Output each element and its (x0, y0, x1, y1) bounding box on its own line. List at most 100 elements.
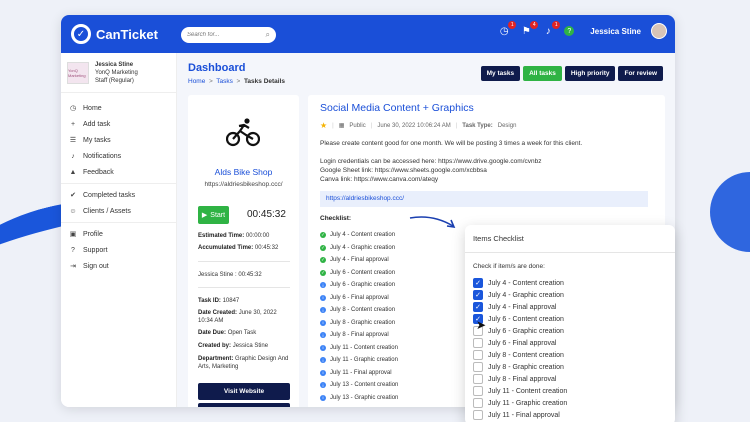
check-circle-icon: ✓ (320, 257, 326, 264)
checklist-option-label: July 8 - Content creation (488, 351, 564, 359)
client-url[interactable]: https://aldriesbikeshop.ccc/ (188, 181, 299, 188)
sidebar-item-completed-tasks[interactable]: ✔ Completed tasks (61, 187, 176, 203)
tab-for-review[interactable]: For review (618, 66, 663, 81)
flag-icon[interactable]: ⚑ 4 (520, 20, 539, 37)
checkbox[interactable] (473, 374, 483, 384)
visit-website-button[interactable]: Visit Website (198, 383, 290, 400)
info-icon: i (320, 319, 326, 326)
sidebar-item-sign-out[interactable]: ⇥ Sign out (61, 258, 176, 274)
search-input[interactable] (187, 32, 257, 38)
checklist-option-label: July 4 - Final approval (488, 303, 557, 311)
checkbox[interactable]: ✓ (473, 302, 483, 312)
bell-icon[interactable]: ♪ 1 (542, 20, 561, 37)
sidebar-item-notifications[interactable]: ♪ Notifications (61, 148, 176, 164)
checklist-option[interactable]: ✓ July 4 - Final approval (473, 301, 567, 313)
checkbox[interactable] (473, 350, 483, 360)
background-shape (710, 172, 750, 252)
breadcrumb-separator: > (236, 78, 241, 85)
nav-group-main: ◷ Home + Add task ☰ My tasks ♪ Notifications… (61, 97, 176, 184)
checklist-option[interactable]: July 11 - Graphic creation (473, 397, 567, 409)
info-icon: i (320, 394, 326, 401)
sidebar-item-profile[interactable]: ▣ Profile (61, 226, 176, 242)
description-line: Please create content good for one month… (320, 140, 583, 147)
checklist-option[interactable]: July 8 - Final approval (473, 373, 567, 385)
tab-all-tasks[interactable]: All tasks (523, 66, 562, 81)
sidebar-item-add-task[interactable]: + Add task (61, 116, 176, 132)
search-box[interactable]: ⌕ (181, 27, 276, 43)
check-circle-icon: ✔ (70, 192, 76, 199)
checkbox[interactable] (473, 338, 483, 348)
company-card: YonQ Marketing Jessica Stine YonQ Market… (61, 53, 176, 93)
secondary-button[interactable] (198, 403, 290, 407)
checkbox[interactable]: ✓ (473, 290, 483, 300)
info-icon: i (320, 332, 326, 339)
clock-icon[interactable]: ◷ 1 (498, 20, 517, 37)
sign-out-icon: ⇥ (70, 263, 76, 270)
tab-my-tasks[interactable]: My tasks (480, 66, 521, 81)
checklist-option-label: July 6 - Final approval (488, 339, 557, 347)
sidebar: YonQ Marketing Jessica Stine YonQ Market… (61, 53, 177, 407)
description-line: Login credentials can be accessed here: … (320, 158, 542, 165)
modal-title: Items Checklist (473, 234, 524, 243)
app-logo[interactable]: ✓ CanTicket (71, 24, 191, 44)
meta-divider: | (370, 122, 373, 129)
created-by: Created by: Jessica Stine (198, 343, 269, 349)
tab-high-priority[interactable]: High priority (564, 66, 616, 81)
checkbox[interactable] (473, 386, 483, 396)
checklist-item-label: July 4 - Graphic creation (330, 244, 396, 251)
checklist-option[interactable]: ✓ July 6 - Content creation (473, 313, 567, 325)
user-name[interactable]: Jessica Stine (590, 27, 641, 36)
sidebar-item-label: Completed tasks (83, 191, 136, 199)
sidebar-item-label: My tasks (83, 136, 111, 144)
sidebar-item-label: Feedback (83, 168, 114, 176)
star-icon[interactable]: ★ (320, 121, 327, 130)
checklist-option[interactable]: July 11 - Final approval (473, 409, 567, 421)
notification-badge: 1 (552, 20, 561, 29)
logo-check-icon: ✓ (71, 24, 91, 44)
checkbox[interactable] (473, 398, 483, 408)
info-icon: i (320, 369, 326, 376)
task-url[interactable]: https://aldriesbikeshop.ccc/ (320, 191, 648, 207)
checklist-option[interactable]: ✓ July 4 - Content creation (473, 277, 567, 289)
client-card: Alds Bike Shop https://aldriesbikeshop.c… (188, 95, 299, 407)
task-description: Please create content good for one month… (320, 139, 650, 184)
sidebar-item-home[interactable]: ◷ Home (61, 100, 176, 116)
checklist-option-label: July 11 - Final approval (488, 411, 560, 419)
checkbox[interactable]: ✓ (473, 278, 483, 288)
company-logo: YonQ Marketing (67, 61, 89, 84)
checkbox[interactable] (473, 362, 483, 372)
start-timer-button[interactable]: ▶ Start (198, 206, 229, 224)
app-name: CanTicket (96, 26, 158, 42)
play-icon: ▶ (201, 212, 208, 219)
checklist-option[interactable]: July 8 - Graphic creation (473, 361, 567, 373)
sidebar-item-support[interactable]: ? Support (61, 242, 176, 258)
description-line: Google Sheet link: https://www.sheets.go… (320, 167, 487, 174)
breadcrumb-home[interactable]: Home (188, 78, 205, 85)
search-icon[interactable]: ⌕ (266, 30, 270, 40)
checklist-item-label: July 11 - Content creation (330, 344, 398, 351)
checkbox[interactable] (473, 410, 483, 420)
checklist-option[interactable]: July 6 - Final approval (473, 337, 567, 349)
info-icon: i (320, 357, 326, 364)
task-title: Social Media Content + Graphics (320, 102, 474, 114)
breadcrumb-tasks[interactable]: Tasks (216, 78, 233, 85)
breadcrumb-current: Tasks Details (243, 78, 286, 85)
avatar[interactable] (651, 23, 667, 39)
list-icon: ☰ (69, 137, 77, 144)
list-item: i July 6 - Graphic creation (320, 279, 398, 292)
sidebar-item-my-tasks[interactable]: ☰ My tasks (61, 132, 176, 148)
list-item: i July 11 - Graphic creation (320, 354, 398, 367)
breadcrumb-separator: > (208, 78, 213, 85)
checklist-option-label: July 6 - Content creation (488, 315, 564, 323)
checklist-option[interactable]: July 8 - Content creation (473, 349, 567, 361)
checklist-option-label: July 6 - Graphic creation (488, 327, 564, 335)
checklist-option[interactable]: July 11 - Content creation (473, 385, 567, 397)
checklist-option[interactable]: July 6 - Graphic creation (473, 325, 567, 337)
help-icon[interactable]: ? (564, 26, 575, 36)
check-circle-icon: ✓ (320, 269, 326, 276)
sidebar-item-clients-assets[interactable]: ☺ Clients / Assets (61, 203, 176, 219)
thumbs-up-icon: ▲ (69, 168, 77, 176)
checklist-option[interactable]: ✓ July 4 - Graphic creation (473, 289, 567, 301)
sidebar-item-feedback[interactable]: ▲ Feedback (61, 164, 176, 180)
client-name[interactable]: Alds Bike Shop (188, 167, 299, 177)
